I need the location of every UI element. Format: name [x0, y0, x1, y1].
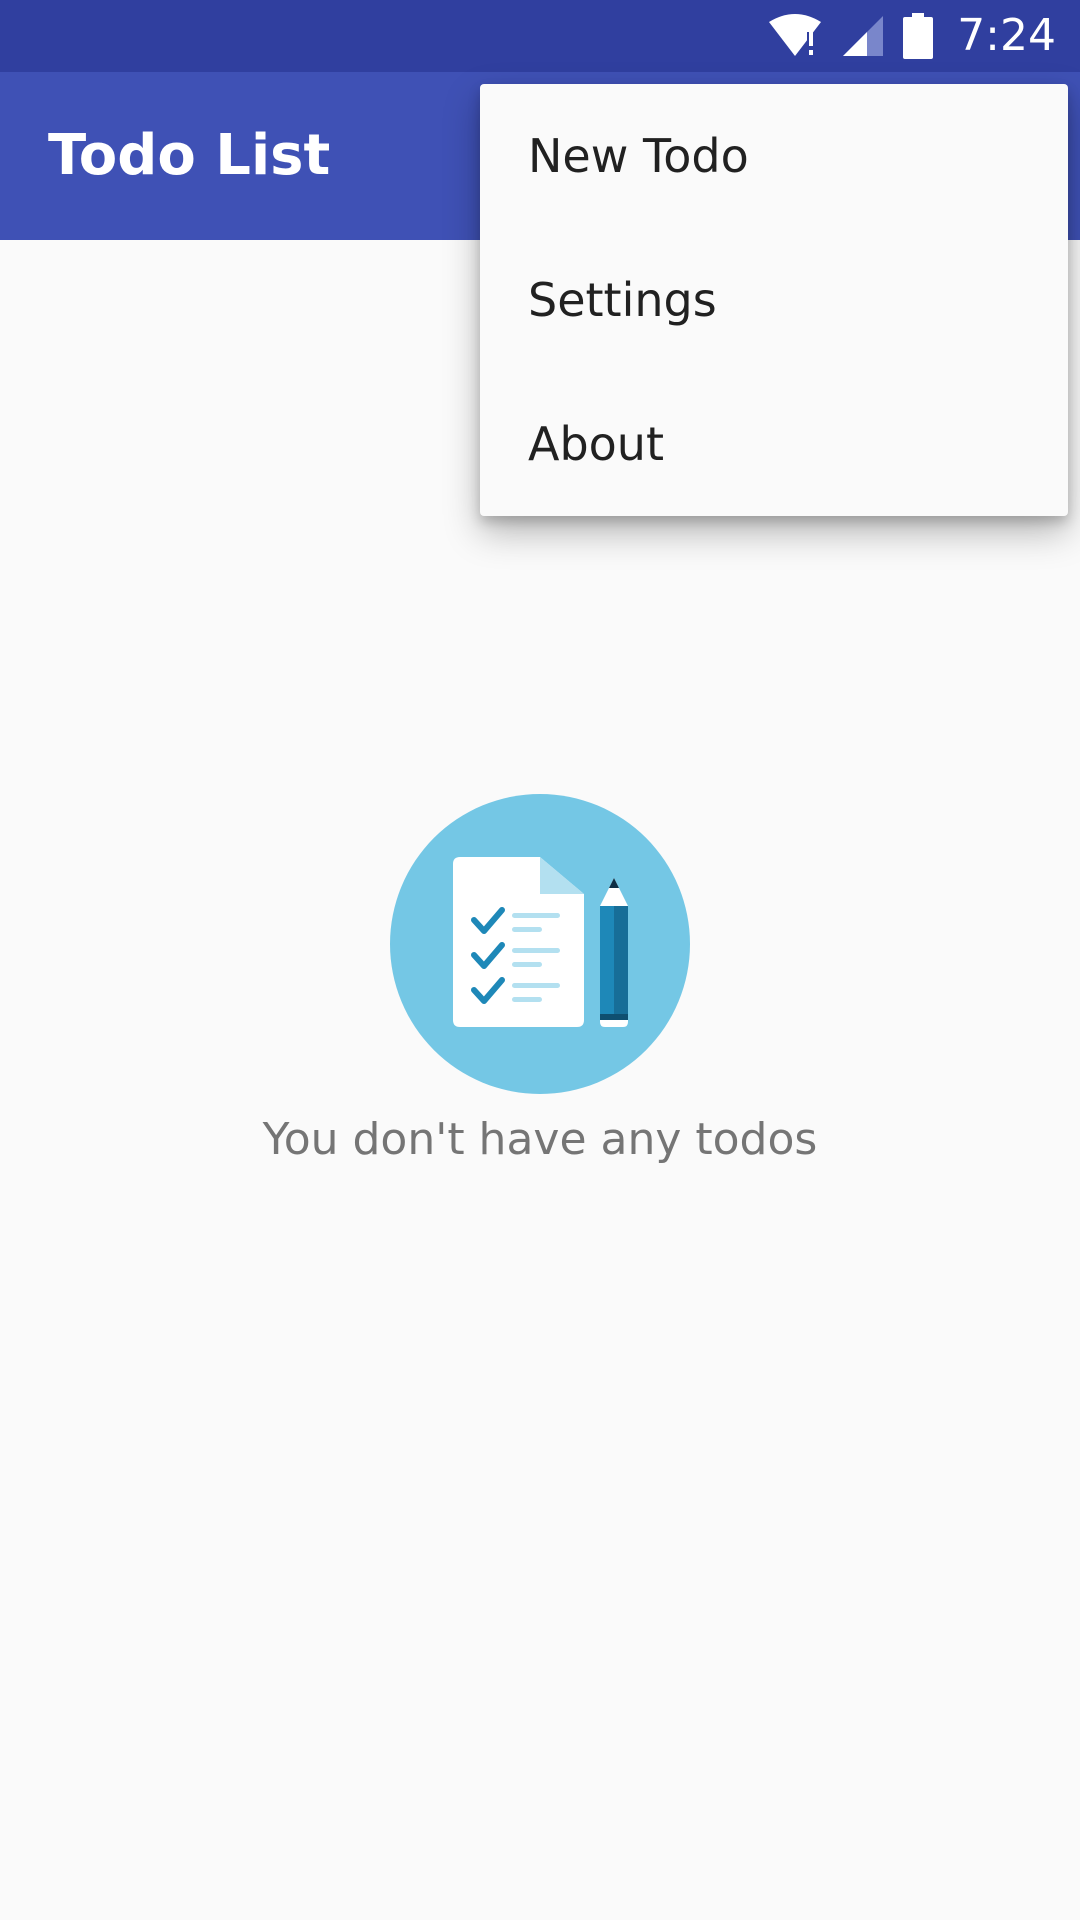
status-icons: 7:24 [767, 0, 1056, 72]
menu-item-new-todo[interactable]: New Todo [480, 84, 1068, 228]
menu-item-settings[interactable]: Settings [480, 228, 1068, 372]
status-bar: 7:24 [0, 0, 1080, 72]
menu-item-about[interactable]: About [480, 372, 1068, 516]
todo-checklist-illustration-icon [390, 794, 690, 1094]
empty-state-message: You don't have any todos [262, 1114, 818, 1165]
battery-icon [903, 13, 934, 59]
overflow-menu: New Todo Settings About [480, 84, 1068, 516]
wifi-alert-icon [767, 14, 823, 58]
screen: 7:24 Todo List You don't have any todos … [0, 0, 1080, 1920]
status-time: 7:24 [957, 10, 1056, 61]
cell-signal-icon [841, 14, 885, 58]
app-title: Todo List [48, 123, 331, 188]
